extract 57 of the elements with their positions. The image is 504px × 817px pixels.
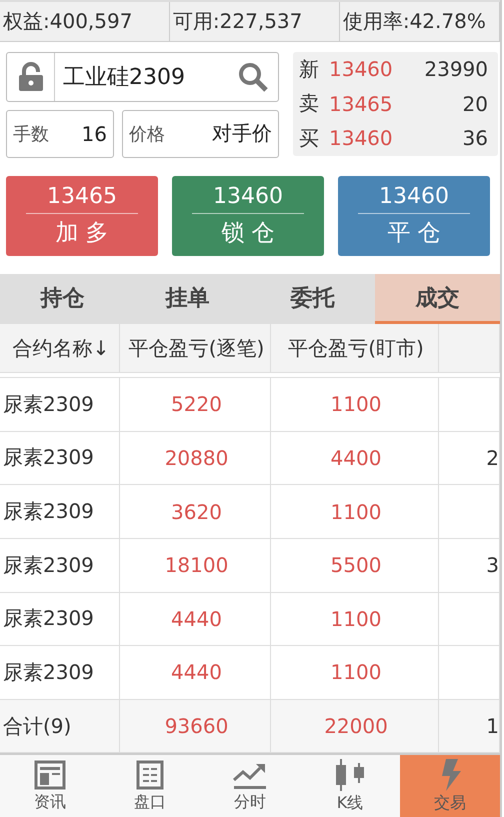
table-cell: 尿素2309 [0, 646, 120, 699]
table-cell: 尿素2309 [0, 538, 120, 592]
table-cell: 1100 [271, 378, 439, 431]
nav-tab[interactable]: 资讯 [0, 755, 100, 817]
table-cell: 1100 [271, 592, 439, 646]
table-cell: 22000 [271, 700, 439, 752]
account-stat: 可用:227,537 [172, 8, 302, 35]
quote-volume: 36 [462, 126, 488, 150]
table-cell: 4400 [271, 432, 439, 484]
contract-search-field[interactable]: 工业硅2309 [6, 52, 279, 102]
nav-tab[interactable]: 盘口 [100, 755, 200, 817]
quote-label: 买 [299, 124, 320, 152]
table-cell: 18100 [120, 538, 271, 592]
account-stat: 权益:400,597 [3, 8, 132, 35]
tab[interactable]: 委托 [250, 274, 375, 324]
tab[interactable]: 持仓 [0, 274, 125, 324]
table-cell: 5220 [120, 378, 271, 431]
table-cell: 2 [486, 446, 499, 470]
table-cell: 合计(9) [0, 700, 120, 752]
table-cell: 1 [486, 714, 499, 738]
table-cell: 1100 [271, 646, 439, 699]
table-cell: 3 [486, 553, 499, 578]
tab[interactable]: 成交 [375, 274, 500, 324]
column-header[interactable]: 平仓盈亏(盯市) [288, 334, 424, 362]
quote-label: 新 [299, 56, 320, 83]
quote-price: 13460 [329, 126, 394, 150]
table-cell: 尿素2309 [0, 432, 120, 484]
order-button[interactable]: 13460 锁 仓 [172, 176, 324, 256]
quote-price: 13465 [329, 92, 394, 116]
search-icon[interactable] [238, 62, 268, 92]
account-stat: 使用率:42.78% [342, 8, 486, 35]
table-cell: 1100 [271, 485, 439, 538]
table-cell: 5500 [271, 538, 439, 592]
quote-label: 卖 [299, 90, 320, 118]
quote-price: 13460 [329, 57, 394, 82]
price-field[interactable]: 价格 对手价 [122, 110, 279, 158]
quote-volume: 20 [462, 92, 488, 116]
table-cell: 尿素2309 [0, 378, 120, 431]
nav-tab[interactable]: 分时 [200, 755, 300, 817]
lots-field[interactable]: 手数 16 [6, 110, 114, 158]
order-button[interactable]: 13465 加 多 [6, 176, 158, 256]
table-cell: 93660 [120, 700, 271, 752]
newspaper-icon [34, 760, 66, 790]
table-cell: 4440 [120, 646, 271, 699]
column-header[interactable]: 平仓盈亏(逐笔) [128, 334, 264, 362]
tab[interactable]: 挂单 [125, 274, 250, 324]
list-icon [136, 760, 164, 790]
table-cell: 尿素2309 [0, 485, 120, 538]
unlocked-lock-icon[interactable] [18, 62, 44, 92]
table-cell: 20880 [120, 432, 271, 484]
nav-tab[interactable]: K线 [300, 755, 400, 817]
table-cell: 3620 [120, 485, 271, 538]
quote-volume: 23990 [424, 57, 488, 82]
table-cell: 4440 [120, 592, 271, 646]
table-cell: 尿素2309 [0, 592, 120, 646]
column-header[interactable]: 合约名称↓ [12, 334, 110, 362]
order-button[interactable]: 13460 平 仓 [338, 176, 490, 256]
